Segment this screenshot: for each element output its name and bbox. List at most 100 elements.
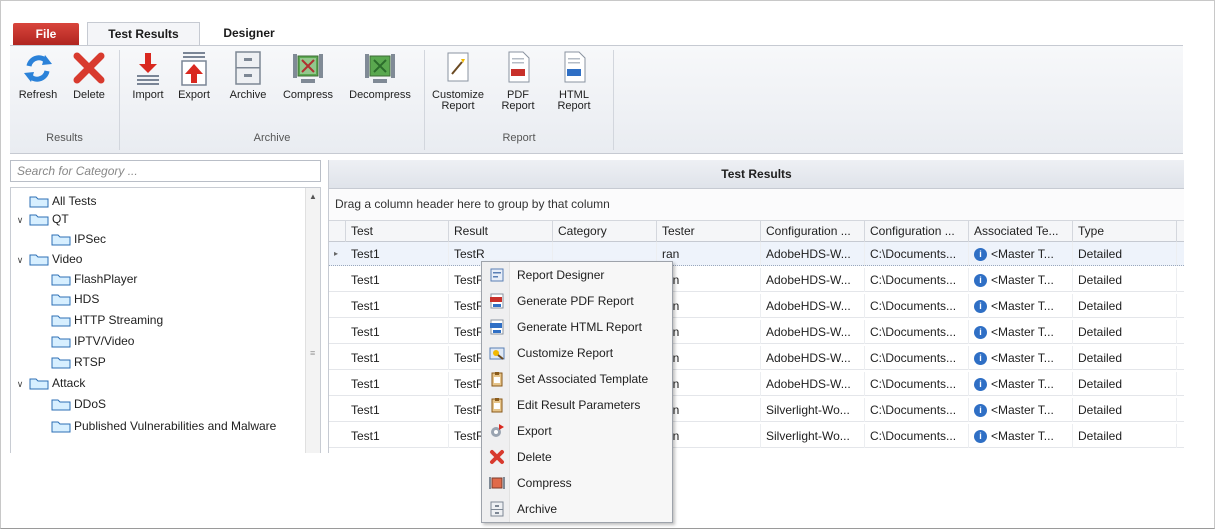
- cell-text: C:\Documents...: [870, 299, 957, 313]
- table-cell: Detailed: [1073, 320, 1177, 344]
- table-row[interactable]: Test1TestRranAdobeHDS-W...C:\Documents..…: [329, 320, 1184, 344]
- menu-item-compress[interactable]: Compress: [482, 470, 672, 496]
- expand-toggle-icon[interactable]: ∨: [15, 215, 25, 226]
- table-row[interactable]: Test1TestRranSilverlight-Wo...C:\Documen…: [329, 398, 1184, 422]
- compress-button[interactable]: Compress: [276, 50, 340, 101]
- menu-item-export[interactable]: Export: [482, 418, 672, 444]
- column-header-tester[interactable]: Tester: [657, 221, 761, 242]
- menu-item-generate-html-report[interactable]: Generate HTML Report: [482, 314, 672, 340]
- tree-node-hds[interactable]: HDS: [51, 290, 99, 308]
- cell-text: AdobeHDS-W...: [766, 325, 851, 339]
- expand-toggle-icon[interactable]: ∨: [15, 255, 25, 266]
- table-cell: Detailed: [1073, 424, 1177, 448]
- table-row[interactable]: Test1TestRranSilverlight-Wo...C:\Documen…: [329, 424, 1184, 448]
- pdf-report-button[interactable]: PDF Report: [494, 50, 542, 112]
- column-header-result[interactable]: Result: [449, 221, 553, 242]
- column-header-associated-template[interactable]: Associated Te...: [969, 221, 1073, 242]
- tree-node-published-vulnerabilities[interactable]: Published Vulnerabilities and Malware: [51, 417, 276, 435]
- scroll-up-icon[interactable]: ▲: [309, 192, 317, 201]
- cell-text: Detailed: [1078, 403, 1123, 417]
- menu-item-archive[interactable]: Archive: [482, 496, 672, 522]
- export-icon: [181, 52, 207, 86]
- archive-button[interactable]: Archive: [224, 50, 272, 101]
- table-cell: i <Master T...: [969, 294, 1073, 318]
- column-header-test[interactable]: Test: [346, 221, 449, 242]
- tree-node-ddos[interactable]: DDoS: [51, 395, 106, 413]
- table-cell: i <Master T...: [969, 424, 1073, 448]
- menu-item-label: Archive: [517, 502, 558, 516]
- info-icon[interactable]: i: [974, 326, 987, 340]
- tree-node-attack[interactable]: Attack: [29, 374, 85, 392]
- tab-file[interactable]: File: [13, 23, 79, 45]
- folder-icon: [51, 233, 71, 246]
- table-row[interactable]: Test1TestRranAdobeHDS-W...C:\Documents..…: [329, 268, 1184, 292]
- customize-report-button[interactable]: Customize Report: [430, 50, 486, 112]
- table-cell: Detailed: [1073, 268, 1177, 292]
- table-row[interactable]: Test1TestRranAdobeHDS-W...C:\Documents..…: [329, 346, 1184, 370]
- menu-item-generate-pdf-report[interactable]: Generate PDF Report: [482, 288, 672, 314]
- cell-text: Detailed: [1078, 377, 1123, 391]
- tree-scrollbar[interactable]: ▲ ≡: [305, 188, 320, 453]
- folder-icon: [29, 253, 49, 266]
- scroll-grip-icon[interactable]: ≡: [310, 348, 315, 358]
- column-header-configuration-2[interactable]: Configuration ...: [865, 221, 969, 242]
- table-cell: Test1: [346, 424, 449, 448]
- group-by-area[interactable]: Drag a column header here to group by th…: [329, 189, 1184, 220]
- folder-icon: [51, 356, 71, 369]
- category-search-input[interactable]: Search for Category ...: [10, 160, 321, 182]
- table-cell: AdobeHDS-W...: [761, 372, 865, 396]
- info-icon[interactable]: i: [974, 274, 987, 288]
- tree-node-ipsec[interactable]: IPSec: [51, 230, 106, 248]
- info-icon[interactable]: i: [974, 352, 987, 366]
- tree-node-iptv-video[interactable]: IPTV/Video: [51, 332, 134, 350]
- pdf-icon: [490, 293, 504, 309]
- table-cell: i <Master T...: [969, 268, 1073, 292]
- cell-text: Detailed: [1078, 299, 1123, 313]
- tab-designer[interactable]: Designer: [208, 22, 290, 46]
- cell-text: AdobeHDS-W...: [766, 247, 851, 261]
- menu-item-label: Compress: [517, 476, 572, 490]
- decompress-button[interactable]: Decompress: [342, 50, 418, 101]
- menu-item-delete[interactable]: Delete: [482, 444, 672, 470]
- tree-node-all-tests[interactable]: All Tests: [29, 192, 96, 210]
- html-report-button[interactable]: HTML Report: [550, 50, 598, 112]
- column-header-type[interactable]: Type: [1073, 221, 1177, 242]
- tree-node-http-streaming[interactable]: HTTP Streaming: [51, 311, 163, 329]
- export-button[interactable]: Export: [174, 50, 214, 101]
- tree-node-flashplayer[interactable]: FlashPlayer: [51, 270, 137, 288]
- info-icon[interactable]: i: [974, 300, 987, 314]
- menu-item-set-associated-template[interactable]: Set Associated Template: [482, 366, 672, 392]
- menu-item-report-designer[interactable]: Report Designer: [482, 262, 672, 288]
- import-button[interactable]: Import: [126, 50, 170, 101]
- cell-text: C:\Documents...: [870, 325, 957, 339]
- column-header-configuration-1[interactable]: Configuration ...: [761, 221, 865, 242]
- tree-node-qt[interactable]: QT: [29, 210, 69, 228]
- menu-item-edit-result-parameters[interactable]: Edit Result Parameters: [482, 392, 672, 418]
- cell-text: AdobeHDS-W...: [766, 351, 851, 365]
- tree-node-rtsp[interactable]: RTSP: [51, 353, 106, 371]
- refresh-button[interactable]: Refresh: [16, 50, 60, 101]
- tab-test-results[interactable]: Test Results: [87, 22, 200, 46]
- expand-toggle-icon[interactable]: ∨: [15, 379, 25, 390]
- delete-icon: [73, 52, 105, 84]
- cell-text: Test1: [351, 247, 380, 261]
- column-header-category[interactable]: Category: [553, 221, 657, 242]
- table-cell: Test1: [346, 372, 449, 396]
- info-icon[interactable]: i: [974, 404, 987, 418]
- menu-item-customize-report[interactable]: Customize Report: [482, 340, 672, 366]
- info-icon[interactable]: i: [974, 248, 987, 262]
- table-cell: AdobeHDS-W...: [761, 346, 865, 370]
- table-cell: Detailed: [1073, 398, 1177, 422]
- table-row[interactable]: ▸ Test1 TestR ran AdobeHDS-W... C:\Documents.…: [329, 242, 1184, 266]
- table-row[interactable]: Test1TestRranAdobeHDS-W...C:\Documents..…: [329, 372, 1184, 396]
- group-label-results: Results: [46, 132, 83, 144]
- compress-icon: [489, 477, 505, 489]
- table-row[interactable]: Test1TestRranAdobeHDS-W...C:\Documents..…: [329, 294, 1184, 318]
- menu-item-label: Export: [517, 424, 552, 438]
- info-icon[interactable]: i: [974, 430, 987, 444]
- cell-text: Detailed: [1078, 325, 1123, 339]
- cell-text: Test1: [351, 273, 380, 287]
- tree-node-video[interactable]: Video: [29, 250, 82, 268]
- info-icon[interactable]: i: [974, 378, 987, 392]
- delete-button[interactable]: Delete: [66, 50, 112, 101]
